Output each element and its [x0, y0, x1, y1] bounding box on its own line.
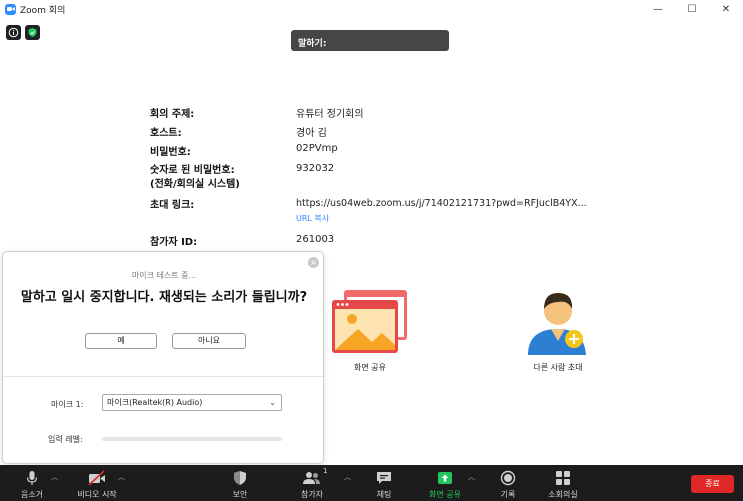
password-label: 비밀번호:: [150, 147, 191, 158]
share-screen-tile[interactable]: 화면 공유: [320, 285, 420, 375]
chat-bubble-icon: [377, 472, 391, 484]
maximize-button[interactable]: ☐: [675, 0, 709, 18]
breakout-rooms-grid-icon: [556, 471, 570, 485]
chevron-down-icon: ⌄: [269, 398, 276, 407]
input-level-meter: [102, 437, 282, 441]
microphone-select-value: 마이크(Realtek(R) Audio): [107, 398, 203, 407]
share-screen-arrow-icon: [438, 472, 452, 484]
copy-url-link[interactable]: URL 복사: [296, 213, 329, 224]
minimize-button[interactable]: —: [641, 0, 675, 18]
share-screen-toolbar-label: 화면 공유: [429, 490, 461, 499]
share-screen-icon: [332, 290, 407, 353]
participants-count: 1: [323, 467, 328, 475]
invite-others-label: 다른 사람 초대: [533, 363, 583, 372]
invite-others-tile[interactable]: 다른 사람 초대: [508, 285, 608, 375]
no-button[interactable]: 아니요: [172, 333, 246, 349]
share-screen-label: 화면 공유: [354, 363, 386, 372]
start-video-button[interactable]: 비디오 시작: [72, 465, 122, 501]
participants-button[interactable]: 1 참가자: [292, 465, 332, 501]
dialog-divider: [3, 376, 323, 377]
yes-button[interactable]: 예: [85, 333, 157, 349]
end-meeting-button[interactable]: 종료: [691, 475, 734, 493]
record-label: 기록: [500, 490, 516, 499]
participants-icon: [303, 472, 320, 484]
mic-test-dialog: × 마이크 테스트 중... 말하고 일시 중지합니다. 재생되는 소리가 들립…: [2, 251, 324, 464]
numeric-password-sublabel: (전화/회의실 시스템): [150, 179, 240, 190]
invite-person-icon: [528, 293, 586, 355]
topic-label: 회의 주제:: [150, 109, 195, 120]
close-window-button[interactable]: ✕: [709, 0, 743, 18]
microphone-select[interactable]: 마이크(Realtek(R) Audio) ⌄: [102, 394, 282, 411]
title-bar: Zoom 회의 — ☐ ✕: [0, 0, 743, 18]
microphone-label: 마이크 1:: [51, 400, 84, 409]
mic-test-subtitle: 마이크 테스트 중...: [131, 271, 197, 280]
microphone-icon: [26, 471, 38, 485]
video-off-icon: [88, 470, 105, 486]
video-options-caret-icon[interactable]: ︿: [118, 472, 125, 482]
security-button[interactable]: 보안: [220, 465, 260, 501]
encryption-shield-icon[interactable]: [25, 25, 40, 40]
record-icon: [500, 470, 516, 486]
close-dialog-button[interactable]: ×: [308, 257, 319, 268]
meeting-toolbar: 음소거 ︿ 비디오 시작 ︿ 보안 1 참가자 ︿ 채팅 화면 공유 ︿ 기록 …: [0, 465, 743, 501]
chat-button[interactable]: 채팅: [366, 465, 402, 501]
invite-link-value[interactable]: https://us04web.zoom.us/j/71402121731?pw…: [296, 198, 587, 209]
topic-value: 유튜터 정기회의: [296, 109, 364, 120]
input-level-label: 입력 레벨:: [48, 435, 83, 444]
participant-id-label: 참가자 ID:: [150, 237, 198, 248]
zoom-logo-icon: [5, 3, 16, 15]
chat-label: 채팅: [376, 490, 392, 499]
zoom-meeting-window: Zoom 회의 — ☐ ✕ 말하기: 회의 주제: 유튜터 정기회의 호스트: …: [0, 0, 743, 501]
participant-id-value: 261003: [296, 234, 335, 245]
host-value: 경아 김: [296, 128, 327, 139]
mute-label: 음소거: [20, 490, 44, 499]
numeric-password-label: 숫자로 된 비밀번호:: [150, 165, 235, 176]
mic-test-question: 말하고 일시 중지합니다. 재생되는 소리가 들립니까?: [20, 290, 308, 305]
window-title: Zoom 회의: [20, 5, 66, 16]
participants-caret-icon[interactable]: ︿: [344, 472, 351, 482]
mute-button[interactable]: 음소거: [12, 465, 52, 501]
security-shield-icon: [234, 471, 246, 485]
breakout-rooms-button[interactable]: 소회의실: [540, 465, 586, 501]
security-label: 보안: [232, 490, 248, 499]
meeting-info-icon[interactable]: [6, 25, 21, 40]
audio-options-caret-icon[interactable]: ︿: [51, 472, 58, 482]
password-value: 02PVmp: [296, 143, 338, 154]
start-video-label: 비디오 시작: [77, 490, 117, 499]
numeric-password-value: 932032: [296, 163, 335, 174]
breakout-rooms-label: 소회의실: [548, 490, 578, 499]
share-options-caret-icon[interactable]: ︿: [468, 472, 475, 482]
share-screen-button[interactable]: 화면 공유: [422, 465, 468, 501]
host-label: 호스트:: [150, 128, 182, 139]
invite-link-label: 초대 링크:: [150, 200, 195, 211]
record-button[interactable]: 기록: [490, 465, 526, 501]
participants-label: 참가자: [300, 490, 324, 499]
speaking-indicator: 말하기:: [291, 30, 449, 51]
